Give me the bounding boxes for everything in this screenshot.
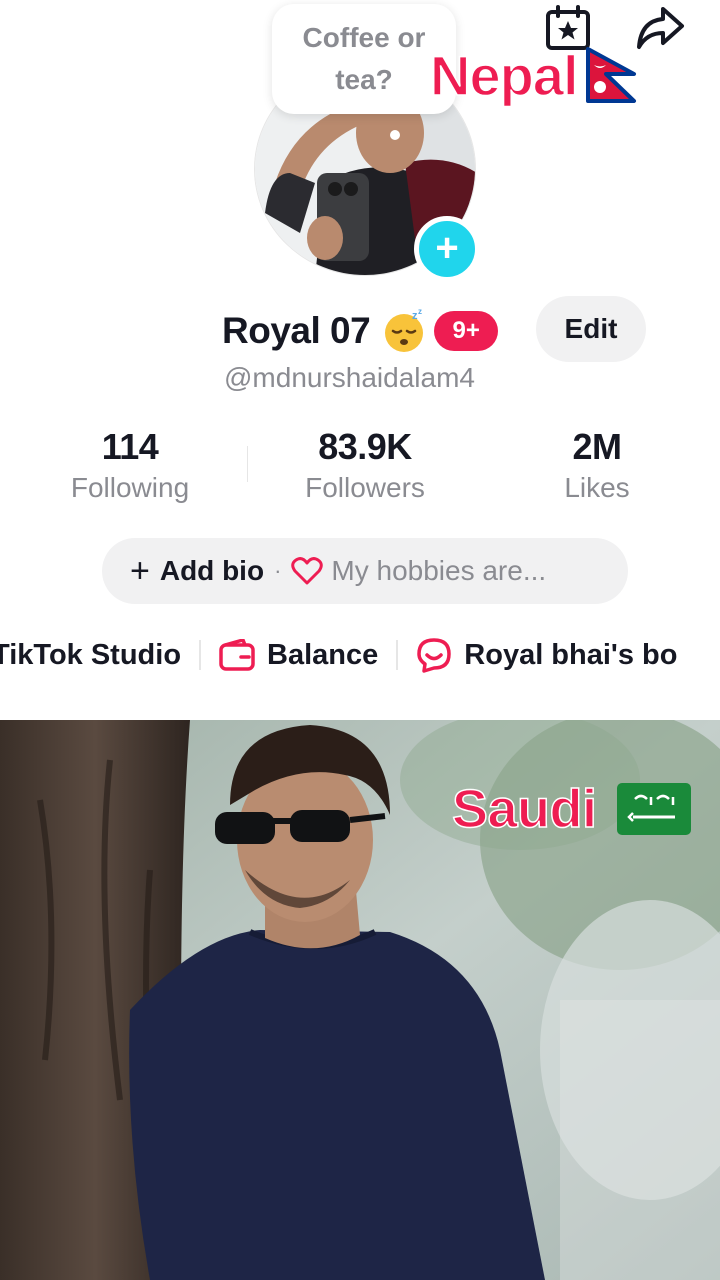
quick-link-label: TikTok Studio	[0, 638, 182, 671]
add-bio-button[interactable]: + Add bio · My hobbies are...	[102, 538, 628, 604]
overlay-text-saudi: Saudi	[451, 778, 598, 840]
stat-label: Following	[70, 472, 190, 503]
stat-label: Likes	[564, 472, 630, 503]
notification-badge[interactable]: 9+	[434, 311, 499, 351]
note-text: Coffee or tea?	[302, 22, 426, 95]
stat-label: Followers	[305, 472, 425, 503]
quick-link-divider	[396, 640, 399, 670]
stat-value: 2M	[572, 426, 622, 467]
wallet-icon	[219, 639, 255, 671]
stat-followers[interactable]: 83.9K Followers	[270, 424, 460, 506]
note-bubble[interactable]: Coffee or tea?	[272, 4, 456, 114]
overlay-caption-bottom: Saudi	[451, 776, 691, 842]
edit-profile-button[interactable]: Edit	[536, 296, 646, 362]
share-icon[interactable]	[634, 4, 686, 52]
svg-text:z: z	[418, 309, 422, 316]
username: @mdnurshaidalam4	[224, 362, 475, 393]
tiktok-studio-link[interactable]: TikTok Studio	[0, 639, 181, 672]
stat-likes[interactable]: 2M Likes	[502, 424, 692, 506]
stat-following[interactable]: 114 Following	[35, 424, 225, 506]
balance-link[interactable]: Balance	[219, 639, 378, 672]
hobbies-placeholder: My hobbies are...	[331, 555, 547, 586]
add-bio-label: Add bio	[159, 555, 265, 586]
nepal-flag	[585, 47, 636, 103]
overlay-text-nepal: Nepal	[429, 43, 579, 108]
bio-separator: ·	[274, 558, 282, 583]
chat-group-link[interactable]: Royal bhai's bo	[416, 637, 677, 673]
quick-link-divider	[199, 640, 202, 670]
overlay-caption-top: Nepal	[429, 42, 638, 108]
heart-icon	[291, 557, 324, 585]
plus-icon: +	[130, 552, 150, 590]
quick-link-label: Balance	[267, 638, 379, 671]
chat-bubble-icon	[417, 638, 452, 673]
quick-links-row: TikTok Studio Balance Royal bhai's bo	[0, 630, 720, 680]
saudi-flag	[616, 783, 691, 835]
sleeping-face-emoji: z z	[385, 309, 424, 352]
display-name: Royal 07	[222, 310, 371, 351]
add-avatar-button[interactable]: +	[414, 216, 480, 282]
profile-name-row: Royal 07 z z 9+	[222, 300, 499, 362]
plus-icon: +	[435, 225, 459, 270]
profile-panel: + Coffee or tea? Nepal Royal 07 z z 9+ E…	[0, 0, 720, 720]
stat-value: 83.9K	[318, 426, 412, 467]
stat-value: 114	[101, 426, 159, 467]
stat-divider	[247, 446, 248, 482]
quick-link-label: Royal bhai's bo	[464, 638, 678, 671]
